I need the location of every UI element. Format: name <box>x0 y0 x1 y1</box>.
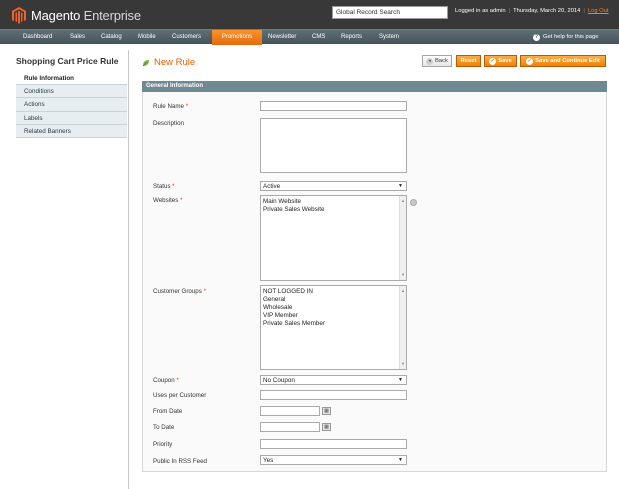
admin-header: Magento Enterprise Global Record Search … <box>0 0 619 29</box>
page-title-text: New Rule <box>154 57 196 68</box>
rule-name-input[interactable] <box>260 101 407 111</box>
save-and-continue-label: Save and Continue Edit <box>535 57 600 64</box>
help-icon: ? <box>533 34 540 41</box>
to-date-calendar-icon[interactable]: ▦ <box>322 423 331 431</box>
nav-reports[interactable]: Reports <box>336 30 367 45</box>
coupon-dropdown-arrow-icon: ▼ <box>398 377 403 383</box>
help-text: Get help for this page <box>543 34 599 40</box>
coupon-select[interactable]: No Coupon ▼ <box>260 375 407 385</box>
save-button-label: Save <box>498 57 512 64</box>
nav-promotions[interactable]: Promotions <box>212 30 262 45</box>
tab-related-banners[interactable]: Related Banners <box>16 124 127 138</box>
customer-groups-label: Customer Groups * <box>153 288 206 295</box>
priority-input[interactable] <box>260 439 407 449</box>
priority-label: Priority <box>153 441 173 448</box>
to-date-label: To Date <box>153 424 175 431</box>
rss-feed-select-value: Yes <box>263 457 274 464</box>
to-date-input[interactable] <box>260 422 320 432</box>
rule-name-label: Rule Name * <box>153 103 189 110</box>
magento-logo-icon <box>12 6 26 24</box>
websites-option[interactable]: Private Sales Website <box>263 206 404 214</box>
help-link[interactable]: ? Get help for this page <box>533 30 598 45</box>
nav-customers[interactable]: Customers <box>167 30 206 45</box>
nav-system[interactable]: System <box>374 30 404 45</box>
coupon-label: Coupon * <box>153 377 179 384</box>
from-date-label: From Date <box>153 408 183 415</box>
status-label: Status * <box>153 183 175 190</box>
rss-dropdown-arrow-icon: ▼ <box>398 457 403 463</box>
sidebar-tabs: Rule Information Conditions Actions Labe… <box>16 72 127 138</box>
description-textarea[interactable] <box>260 118 407 173</box>
tab-rule-information[interactable]: Rule Information <box>16 72 127 86</box>
logo-text-magento: Magento <box>31 7 81 23</box>
save-and-continue-button[interactable]: ✓ Save and Continue Edit <box>520 55 606 67</box>
back-button[interactable]: ◂ Back <box>422 55 452 67</box>
customer-groups-multiselect[interactable]: NOT LOGGED IN General Wholesale VIP Memb… <box>260 285 407 370</box>
websites-scrollbar[interactable] <box>399 196 406 280</box>
main-nav: Dashboard Sales Catalog Mobile Customers… <box>0 29 619 45</box>
tab-conditions[interactable]: Conditions <box>16 85 127 99</box>
from-date-calendar-icon[interactable]: ▦ <box>322 407 331 415</box>
nav-cms[interactable]: CMS <box>307 30 330 45</box>
logo-text-enterprise: Enterprise <box>83 7 141 23</box>
websites-multiselect[interactable]: Main Website Private Sales Website <box>260 195 407 281</box>
sidebar-title: Shopping Cart Price Rule <box>16 56 119 66</box>
nav-sales[interactable]: Sales <box>65 30 90 45</box>
column-divider <box>128 50 129 489</box>
websites-option[interactable]: Main Website <box>263 198 404 206</box>
section-header: General Information <box>142 81 607 92</box>
customer-group-option[interactable]: NOT LOGGED IN <box>263 288 404 296</box>
header-user-info: Logged in as admin | Thursday, March 20, 2… <box>455 8 609 14</box>
status-select-value: Active <box>263 183 281 190</box>
page-title: New Rule <box>142 57 195 68</box>
rss-feed-select[interactable]: Yes ▼ <box>260 455 407 465</box>
customer-group-option[interactable]: Wholesale <box>263 304 404 312</box>
logged-in-text: Logged in as admin <box>455 8 506 14</box>
description-label: Description <box>153 120 184 127</box>
customer-groups-scrollbar[interactable] <box>399 286 406 369</box>
rule-icon <box>142 59 150 67</box>
global-search-input[interactable]: Global Record Search <box>332 6 448 19</box>
from-date-input[interactable] <box>260 406 320 416</box>
uses-per-customer-label: Uses per Customer <box>153 392 207 399</box>
customer-group-option[interactable]: General <box>263 296 404 304</box>
back-arrow-icon: ◂ <box>426 57 434 65</box>
coupon-select-value: No Coupon <box>263 377 295 384</box>
reset-button[interactable]: Reset <box>456 55 481 67</box>
logout-link[interactable]: Log Out <box>588 8 609 14</box>
nav-catalog[interactable]: Catalog <box>96 30 127 45</box>
websites-help-icon[interactable] <box>410 199 417 206</box>
nav-mobile[interactable]: Mobile <box>133 30 161 45</box>
nav-dashboard[interactable]: Dashboard <box>18 30 57 45</box>
back-button-label: Back <box>435 57 448 64</box>
nav-newsletter[interactable]: Newsletter <box>263 30 301 45</box>
websites-label: Websites * <box>153 197 183 204</box>
rss-feed-label: Public In RSS Feed <box>153 458 207 465</box>
tab-actions[interactable]: Actions <box>16 98 127 112</box>
current-date: Thursday, March 20, 2014 <box>513 8 581 14</box>
reset-button-label: Reset <box>460 57 477 64</box>
uses-per-customer-input[interactable] <box>260 390 407 400</box>
magento-logo[interactable]: Magento Enterprise <box>12 5 141 25</box>
tab-labels[interactable]: Labels <box>16 111 127 125</box>
status-dropdown-arrow-icon: ▼ <box>398 183 403 189</box>
customer-group-option[interactable]: VIP Member <box>263 312 404 320</box>
save-check-icon: ✓ <box>489 57 497 65</box>
customer-group-option[interactable]: Private Sales Member <box>263 320 404 328</box>
save-continue-check-icon: ✓ <box>526 57 534 65</box>
status-select[interactable]: Active ▼ <box>260 181 407 191</box>
save-button[interactable]: ✓ Save <box>484 55 517 67</box>
